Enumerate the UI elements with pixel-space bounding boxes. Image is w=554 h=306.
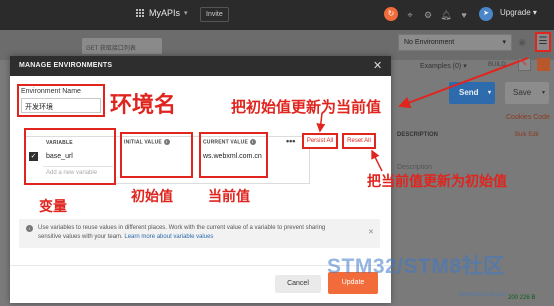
close-icon[interactable]: ✕ xyxy=(373,59,382,72)
watermark: STM32/STM8社区 xyxy=(327,255,505,278)
learn-more-link[interactable]: Learn more about variable values xyxy=(124,234,213,240)
bulk-edit-link[interactable]: Bulk Edit xyxy=(515,132,539,138)
env-name-label: Environment Name xyxy=(21,88,81,95)
description-placeholder: Description xyxy=(397,164,433,171)
request-tab[interactable]: GET 获取接口列表 xyxy=(82,38,162,54)
annotation-current: 当前值 xyxy=(208,189,250,205)
modal-header: MANAGE ENVIRONMENTS ✕ xyxy=(10,56,391,76)
chevron-down-icon: ▾ xyxy=(184,10,188,17)
info-icon[interactable]: i xyxy=(163,139,170,145)
rocket-icon[interactable]: ➤ xyxy=(479,7,493,21)
close-icon[interactable]: ✕ xyxy=(368,228,374,236)
eye-icon[interactable]: ◉ xyxy=(515,34,529,51)
satellite-icon[interactable]: ⌖ xyxy=(404,9,416,21)
manage-environments-icon[interactable]: ☰ xyxy=(535,32,551,52)
env-name-input[interactable]: 开发环境 xyxy=(21,98,101,113)
sync-icon[interactable]: ↻ xyxy=(384,7,398,21)
save-button[interactable]: Save ▾ xyxy=(505,82,549,104)
cookies-code-links[interactable]: Cookies Code xyxy=(506,114,550,121)
description-column-header: DESCRIPTION xyxy=(397,132,439,138)
variable-cell[interactable]: base_url xyxy=(46,153,73,160)
runner-icon[interactable] xyxy=(537,58,550,71)
settings-icon[interactable]: ⚙ xyxy=(422,9,434,21)
chevron-down-icon: ▾ xyxy=(487,90,491,96)
workspace-switcher[interactable]: MyAPIs ▾ xyxy=(136,8,188,18)
chevron-down-icon: ▾ xyxy=(541,90,545,96)
upgrade-button[interactable]: Upgrade ▾ xyxy=(500,8,537,17)
modal-title: MANAGE ENVIRONMENTS xyxy=(19,62,113,69)
heart-icon[interactable]: ♥ xyxy=(458,9,470,21)
more-options-icon[interactable]: ••• xyxy=(286,136,295,146)
annotation-env-name: 环境名 xyxy=(110,93,177,118)
info-banner: i Use variables to reuse values in diffe… xyxy=(19,219,380,248)
row-enabled-checkbox[interactable]: ✓ xyxy=(29,152,38,161)
current-value-cell[interactable]: ws.webxml.com.cn xyxy=(203,153,262,160)
row-divider xyxy=(43,166,113,167)
annotation-persist: 把初始值更新为当前值 xyxy=(231,98,382,116)
cancel-button[interactable]: Cancel xyxy=(275,275,321,293)
workspace-grid-icon xyxy=(136,8,145,18)
bell-icon[interactable]: 🔔︎ xyxy=(440,9,452,21)
variable-column-header: VARIABLE xyxy=(46,140,73,146)
chevron-down-icon: ▾ xyxy=(502,39,506,46)
info-text: Use variables to reuse values in differe… xyxy=(38,225,326,240)
current-value-column-header: CURRENT VALUE i xyxy=(203,139,256,145)
annotation-reset: 把当前值更新为初始值 xyxy=(367,174,507,190)
reset-all-button[interactable]: Reset All xyxy=(342,133,376,149)
annotation-initial: 初始值 xyxy=(131,189,173,205)
build-label[interactable]: BUILD xyxy=(488,62,506,68)
send-button[interactable]: Send ▾ xyxy=(449,82,495,104)
app-top-bar: MyAPIs ▾ Invite ↻ ⌖ ⚙ 🔔︎ ♥ ➤ Upgrade ▾ xyxy=(0,0,554,30)
watermark-url: www.stmcu.org.cn xyxy=(458,292,507,298)
response-status: 200 226 B xyxy=(508,295,536,301)
info-icon: i xyxy=(26,225,33,232)
examples-dropdown[interactable]: Examples (0) ▾ xyxy=(420,62,467,70)
invite-button[interactable]: Invite xyxy=(200,7,229,22)
initial-value-column-header: INITIAL VALUE i xyxy=(124,139,170,145)
info-icon[interactable]: i xyxy=(249,139,256,145)
add-variable-input[interactable]: Add a new variable xyxy=(46,170,97,176)
workspace-name: MyAPIs xyxy=(149,8,181,18)
edit-icon[interactable]: ✎ xyxy=(518,58,531,71)
environment-select[interactable]: No Environment ▾ xyxy=(398,34,512,51)
persist-all-button[interactable]: Persist All xyxy=(302,133,338,149)
annotation-variable: 变量 xyxy=(39,199,67,215)
